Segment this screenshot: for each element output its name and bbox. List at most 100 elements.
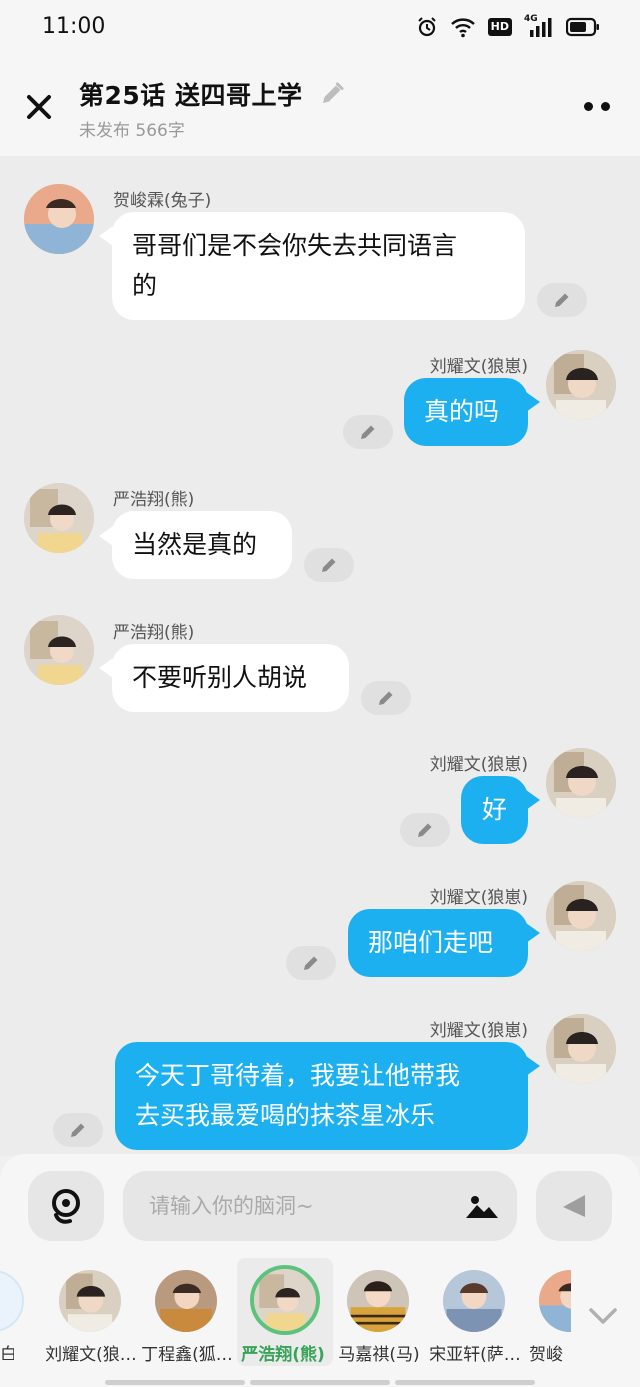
- character-partial[interactable]: [0, 1270, 24, 1332]
- hd-badge: HD: [487, 18, 512, 36]
- character-name: 马嘉祺(马): [338, 1345, 420, 1365]
- sender-name: 刘耀文(狼崽): [429, 755, 528, 775]
- message-line: 那咱们走吧: [368, 928, 494, 957]
- character-selector[interactable]: 白 刘耀文(狼… 丁程鑫(狐… 严浩翔(熊) 马嘉祺(马) 宋亚轩(萨… 贺峻: [0, 1254, 640, 1387]
- bubble-tail: [99, 526, 113, 546]
- bubble-tail: [526, 790, 540, 810]
- character-name: 宋亚轩(萨…: [429, 1345, 521, 1365]
- bubble-tail: [99, 658, 113, 678]
- avatar[interactable]: [24, 184, 94, 254]
- avatar[interactable]: [24, 483, 94, 553]
- pencil-icon: [555, 293, 569, 307]
- avatar[interactable]: [546, 881, 616, 951]
- message-line: 去买我最爱喝的抹茶星冰乐: [135, 1101, 436, 1130]
- status-bar: 11:00 HD 4G: [0, 0, 640, 56]
- chapter-title: 第25话 送四哥上学: [79, 81, 303, 110]
- signal-icon: 4G: [524, 14, 554, 38]
- scroll-indicator: [250, 1380, 390, 1385]
- message-line: 不要听别人胡说: [132, 663, 308, 692]
- edit-message-button[interactable]: [537, 283, 587, 317]
- edit-message-button[interactable]: [286, 946, 336, 980]
- voice-button[interactable]: [28, 1171, 104, 1241]
- battery-icon: [566, 17, 599, 37]
- edit-message-button[interactable]: [304, 548, 354, 582]
- plot-input[interactable]: [149, 1171, 449, 1241]
- message-line: 的: [132, 271, 158, 300]
- bubble-tail: [526, 1056, 540, 1076]
- pencil-icon: [379, 691, 393, 705]
- message-bubble[interactable]: 真的吗: [404, 378, 528, 446]
- character-avatar: [347, 1270, 409, 1332]
- pencil-icon: [322, 558, 336, 572]
- character-option[interactable]: 刘耀文(狼…: [45, 1254, 141, 1370]
- pencil-icon: [418, 823, 432, 837]
- edit-message-button[interactable]: [343, 415, 393, 449]
- voice-icon: [52, 1189, 80, 1224]
- chevron-down-icon[interactable]: [588, 1306, 618, 1326]
- character-option[interactable]: 贺峻: [525, 1254, 571, 1370]
- close-icon: [27, 95, 51, 119]
- sender-name: 刘耀文(狼崽): [429, 888, 528, 908]
- scroll-indicator: [105, 1380, 245, 1385]
- character-partial-name: 白: [0, 1345, 14, 1360]
- sender-name: 严浩翔(熊): [113, 490, 195, 510]
- character-option[interactable]: 丁程鑫(狐…: [141, 1254, 237, 1370]
- message-bubble[interactable]: 那咱们走吧: [348, 909, 528, 977]
- sender-name: 贺峻霖(兔子): [113, 191, 212, 211]
- status-icons: HD 4G: [416, 14, 600, 38]
- edit-message-button[interactable]: [53, 1113, 103, 1147]
- message-bubble[interactable]: 不要听别人胡说: [112, 644, 349, 712]
- pencil-icon: [361, 425, 375, 439]
- character-avatar: [59, 1270, 121, 1332]
- character-option[interactable]: 马嘉祺(马): [333, 1254, 429, 1370]
- sender-name: 刘耀文(狼崽): [429, 1021, 528, 1041]
- bubble-tail: [526, 923, 540, 943]
- character-name: 刘耀文(狼…: [45, 1345, 137, 1365]
- edit-title-icon[interactable]: [318, 80, 346, 108]
- message-line: 哥哥们是不会你失去共同语言: [132, 231, 458, 260]
- input-bar: [0, 1154, 640, 1254]
- character-name: 贺峻: [529, 1345, 563, 1365]
- character-name: 丁程鑫(狐…: [141, 1345, 233, 1365]
- edit-message-button[interactable]: [361, 681, 411, 715]
- pencil-icon: [304, 956, 318, 970]
- character-option[interactable]: 宋亚轩(萨…: [429, 1254, 525, 1370]
- character-avatar: [443, 1270, 505, 1332]
- message-line: 真的吗: [424, 397, 500, 426]
- message-bubble[interactable]: 好: [461, 776, 528, 844]
- plot-input-box: [123, 1171, 517, 1241]
- sender-name: 刘耀文(狼崽): [429, 357, 528, 377]
- bubble-tail: [99, 226, 113, 246]
- message-bubble[interactable]: 今天丁哥待着，我要让他带我 去买我最爱喝的抹茶星冰乐: [115, 1042, 528, 1150]
- bubble-tail: [526, 392, 540, 412]
- chapter-status: 未发布 566字: [79, 121, 185, 141]
- character-name: 严浩翔(熊): [241, 1345, 325, 1365]
- image-icon[interactable]: [465, 1193, 499, 1219]
- edit-message-button[interactable]: [400, 813, 450, 847]
- message-line: 好: [481, 795, 507, 824]
- message-line: 今天丁哥待着，我要让他带我: [135, 1061, 461, 1090]
- more-dot-icon: [584, 101, 593, 111]
- avatar[interactable]: [24, 615, 94, 685]
- character-avatar: [250, 1265, 320, 1335]
- chat-area[interactable]: 贺峻霖(兔子) 哥哥们是不会你失去共同语言 的 刘耀文(狼崽) 真的吗 严浩翔(…: [0, 156, 640, 1156]
- avatar[interactable]: [546, 748, 616, 818]
- avatar[interactable]: [546, 350, 616, 420]
- avatar[interactable]: [546, 1014, 616, 1084]
- pencil-icon: [71, 1123, 85, 1137]
- message-bubble[interactable]: 哥哥们是不会你失去共同语言 的: [112, 212, 525, 320]
- message-bubble[interactable]: 当然是真的: [112, 511, 292, 579]
- character-avatar: [539, 1270, 571, 1332]
- alarm-icon: [417, 17, 436, 37]
- send-icon: [563, 1195, 585, 1217]
- status-time: 11:00: [42, 14, 106, 39]
- chapter-header: 第25话 送四哥上学 未发布 566字: [0, 56, 640, 156]
- sender-name: 严浩翔(熊): [113, 623, 195, 643]
- more-dot-icon: [601, 101, 610, 111]
- send-button[interactable]: [536, 1171, 612, 1241]
- character-option-selected[interactable]: 严浩翔(熊): [237, 1254, 333, 1370]
- more-options-button[interactable]: [584, 96, 614, 116]
- message-line: 当然是真的: [132, 530, 258, 559]
- close-button[interactable]: [22, 90, 56, 124]
- scroll-indicator: [395, 1380, 535, 1385]
